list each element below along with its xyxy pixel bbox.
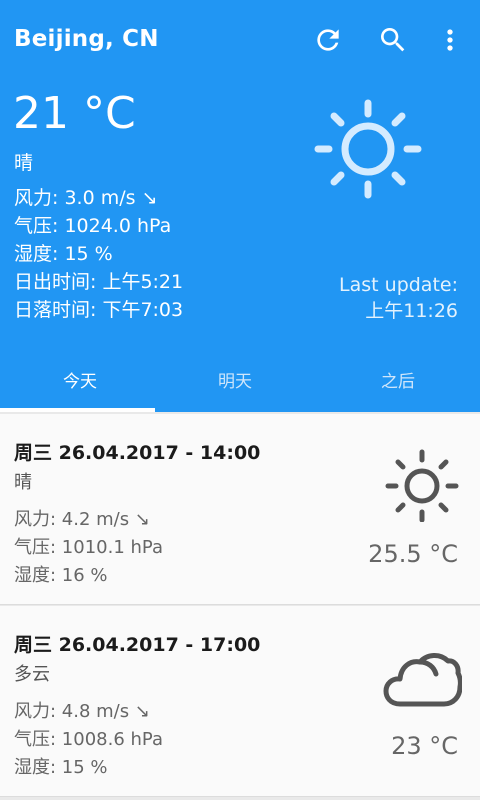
refresh-icon[interactable] bbox=[312, 24, 344, 56]
current-wind: 风力: 3.0 m/s ↘ bbox=[14, 187, 158, 209]
last-update-time: 上午11:26 bbox=[365, 300, 458, 322]
weather-header: Beijing, CN 21 °C 晴 风力: 3.0 m/s ↘ 气压: 10… bbox=[0, 0, 480, 412]
tab-tomorrow[interactable]: 明天 bbox=[155, 356, 315, 412]
forecast-description: 晴 bbox=[14, 472, 32, 493]
forecast-humidity: 湿度: 15 % bbox=[14, 757, 108, 778]
current-sunset: 日落时间: 下午7:03 bbox=[14, 299, 184, 321]
day-tabs: 今天 明天 之后 bbox=[0, 356, 480, 412]
city-title: Beijing, CN bbox=[14, 26, 159, 52]
forecast-item[interactable]: 周三 26.04.2017 - 14:00 晴 风力: 4.2 m/s ↘ 气压… bbox=[0, 414, 480, 605]
current-description: 晴 bbox=[14, 152, 34, 174]
tab-today[interactable]: 今天 bbox=[0, 356, 160, 412]
sun-icon bbox=[314, 99, 422, 199]
current-humidity: 湿度: 15 % bbox=[14, 243, 113, 265]
forecast-details: 风力: 4.2 m/s ↘ 气压: 1010.1 hPa 湿度: 16 % bbox=[14, 506, 163, 590]
forecast-humidity: 湿度: 16 % bbox=[14, 565, 108, 586]
cloud-icon bbox=[383, 653, 462, 707]
forecast-wind: 风力: 4.2 m/s ↘ bbox=[14, 509, 150, 530]
forecast-date: 周三 26.04.2017 - 17:00 bbox=[14, 634, 261, 656]
current-temperature: 21 °C bbox=[13, 88, 136, 139]
sun-icon bbox=[385, 449, 459, 522]
forecast-details: 风力: 4.8 m/s ↘ 气压: 1008.6 hPa 湿度: 15 % bbox=[14, 698, 163, 782]
search-icon[interactable] bbox=[377, 24, 409, 56]
forecast-date: 周三 26.04.2017 - 14:00 bbox=[14, 442, 261, 464]
forecast-pressure: 气压: 1010.1 hPa bbox=[14, 537, 163, 558]
forecast-wind: 风力: 4.8 m/s ↘ bbox=[14, 701, 150, 722]
current-details: 风力: 3.0 m/s ↘ 气压: 1024.0 hPa 湿度: 15 % 日出… bbox=[14, 184, 183, 324]
forecast-pressure: 气压: 1008.6 hPa bbox=[14, 729, 163, 750]
last-update-label: Last update: bbox=[339, 274, 458, 296]
forecast-description: 多云 bbox=[14, 664, 50, 685]
forecast-temperature: 23 °C bbox=[391, 732, 458, 760]
tab-indicator bbox=[0, 408, 155, 412]
current-sunrise: 日出时间: 上午5:21 bbox=[14, 271, 184, 293]
more-vert-icon[interactable] bbox=[434, 24, 466, 56]
forecast-temperature: 25.5 °C bbox=[368, 540, 458, 568]
current-pressure: 气压: 1024.0 hPa bbox=[14, 215, 172, 237]
tab-later[interactable]: 之后 bbox=[318, 356, 478, 412]
forecast-item[interactable]: 周三 26.04.2017 - 17:00 多云 风力: 4.8 m/s ↘ 气… bbox=[0, 606, 480, 797]
last-update: Last update: 上午11:26 bbox=[339, 272, 458, 324]
